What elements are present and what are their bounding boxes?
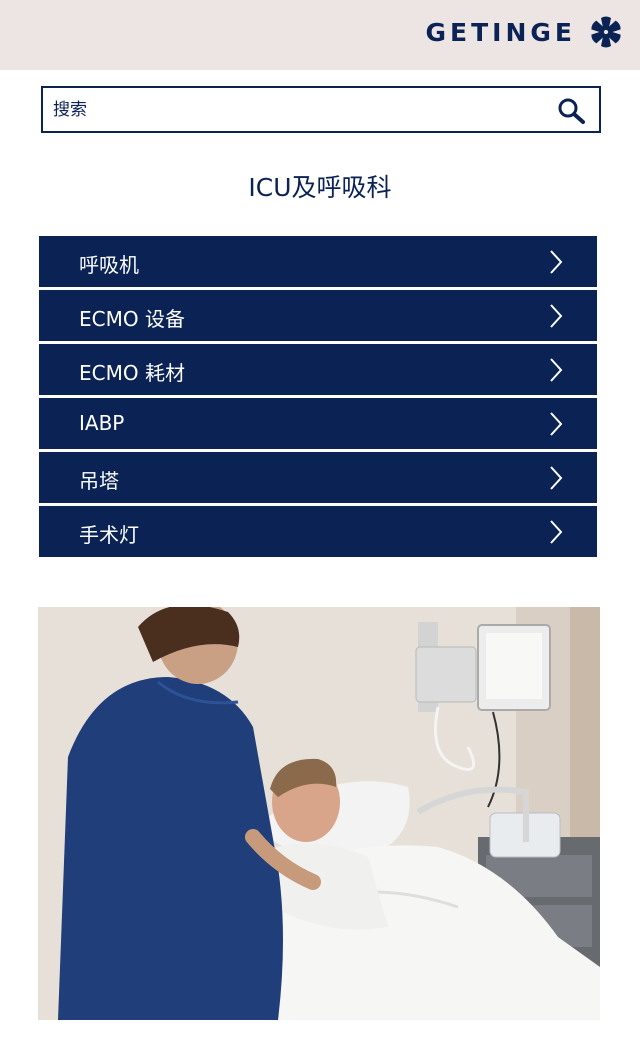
menu-item-label: 呼吸机 [79,253,139,277]
menu-item-ecmo-device[interactable]: ECMO 设备 [39,290,597,341]
menu-item-label: ECMO 耗材 [79,361,185,385]
menu-item-pendant[interactable]: 吊塔 [39,452,597,503]
menu-item-ventilator[interactable]: 呼吸机 [39,236,597,287]
menu-item-label: IABP [79,411,125,435]
menu-item-label: 手术灯 [79,523,139,547]
chevron-right-icon [550,304,563,328]
chevron-right-icon [550,358,563,382]
menu-item-label: ECMO 设备 [79,307,185,331]
category-menu: 呼吸机 ECMO 设备 ECMO 耗材 IABP 吊塔 手术灯 [39,236,597,560]
brand-logo[interactable]: GETINGE [426,16,622,48]
menu-item-label: 吊塔 [79,469,119,493]
hero-image [38,607,600,1020]
search-box [41,86,601,133]
menu-item-ecmo-consumables[interactable]: ECMO 耗材 [39,344,597,395]
chevron-right-icon [550,412,563,436]
menu-item-iabp[interactable]: IABP [39,398,597,449]
chevron-right-icon [550,466,563,490]
search-input[interactable] [53,95,533,125]
search-icon[interactable] [557,97,585,125]
brand-name: GETINGE [425,17,576,47]
site-header: GETINGE [0,0,640,70]
menu-item-surgical-light[interactable]: 手术灯 [39,506,597,557]
page-title: ICU及呼吸科 [248,173,392,202]
hospital-scene-illustration [38,607,600,1020]
chevron-right-icon [550,250,563,274]
chevron-right-icon [550,520,563,544]
getinge-star-icon [591,16,621,48]
